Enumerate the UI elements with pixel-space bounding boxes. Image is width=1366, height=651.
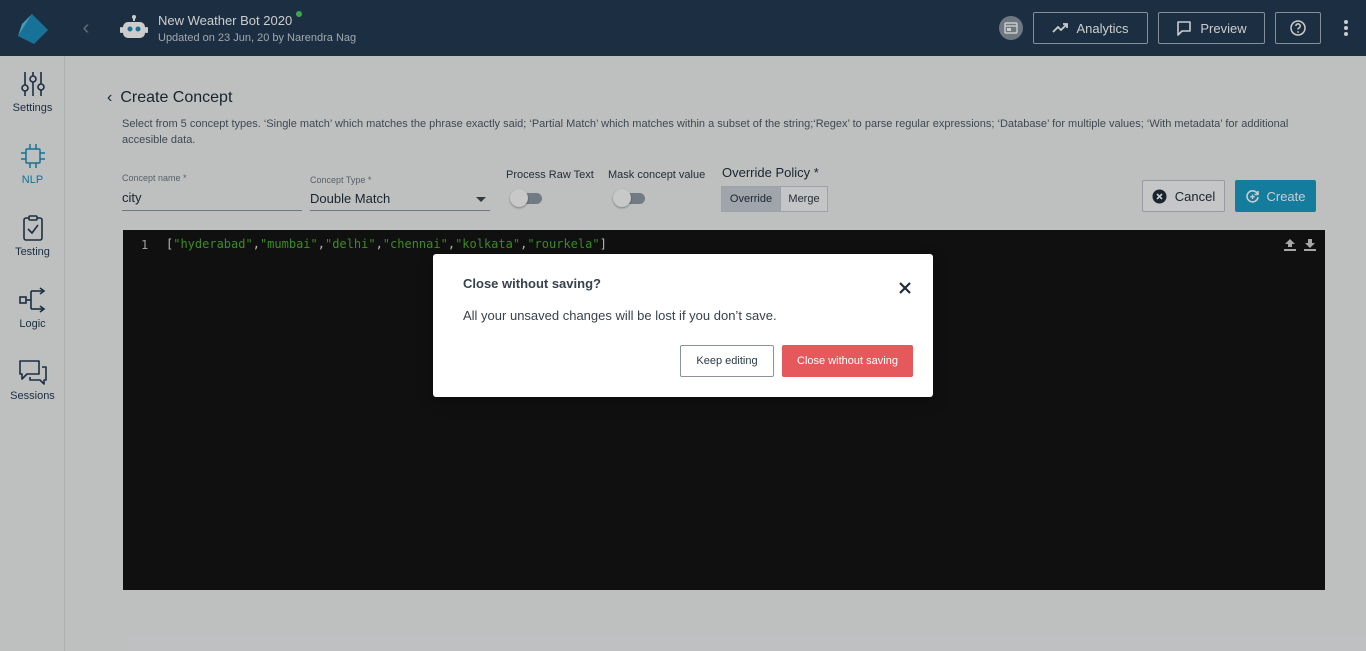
confirm-dialog: Close without saving? All your unsaved c…	[433, 254, 933, 397]
keep-editing-button[interactable]: Keep editing	[680, 345, 774, 377]
close-without-saving-button[interactable]: Close without saving	[782, 345, 913, 377]
close-icon[interactable]	[897, 280, 913, 296]
dialog-title: Close without saving?	[463, 276, 601, 291]
dialog-message: All your unsaved changes will be lost if…	[463, 308, 777, 323]
